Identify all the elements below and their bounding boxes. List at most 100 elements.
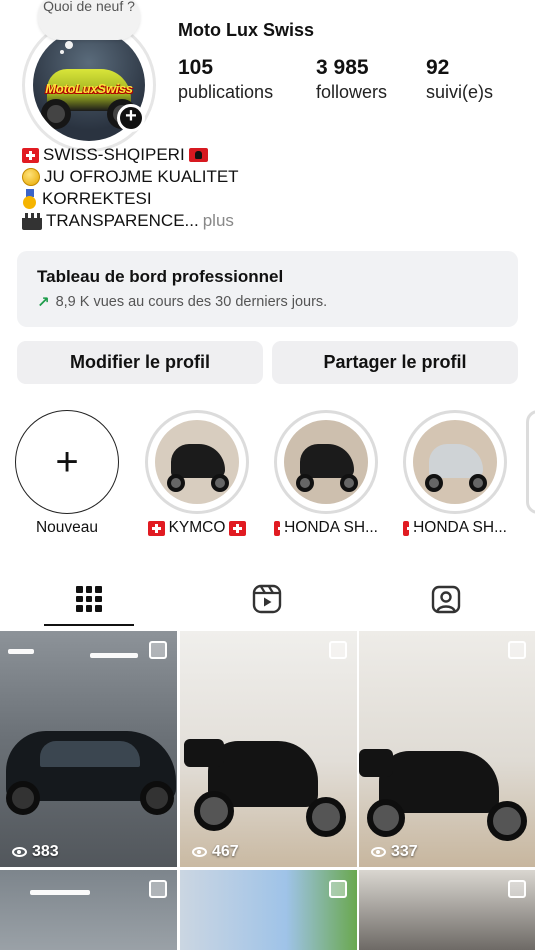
- scooter-wheel: [296, 474, 314, 492]
- scooter-topcase: [359, 749, 393, 777]
- post-views: 337: [371, 843, 418, 861]
- views-count: 467: [212, 843, 239, 860]
- bio-text: KORREKTESI: [42, 189, 152, 208]
- bio-line: KORREKTESI: [22, 188, 239, 210]
- highlight-new[interactable]: + Nouveau: [15, 410, 119, 537]
- eye-icon: [12, 847, 27, 857]
- stat-value: 92: [426, 56, 450, 79]
- medal-icon: [22, 189, 38, 209]
- highlight-label-text: HONDA SH...: [284, 519, 378, 536]
- scooter-wheel: [306, 797, 346, 837]
- ceiling-light: [90, 653, 138, 658]
- swiss-flag-icon: [22, 147, 39, 163]
- edit-profile-button[interactable]: Modifier le profil: [17, 341, 263, 384]
- highlight-label-text: KYMCO: [168, 519, 226, 536]
- scooter-shape: [171, 444, 225, 478]
- scooter-wheel: [469, 474, 487, 492]
- highlight-label-text: Nouveau: [35, 519, 99, 536]
- post-thumbnail[interactable]: 467: [180, 631, 357, 867]
- highlight-ring: [274, 410, 378, 514]
- note-bubble-dot-small: [60, 50, 64, 54]
- profile-username: Moto Lux Swiss: [178, 20, 315, 40]
- car-wheel: [140, 781, 174, 815]
- albanian-flag-icon: [188, 148, 208, 162]
- tab-posts-grid[interactable]: [0, 571, 178, 627]
- scooter-shape: [429, 444, 483, 478]
- stat-following[interactable]: 92 suivi(e)s: [426, 56, 493, 103]
- scooter-topcase: [184, 739, 224, 767]
- scooter-wheel: [340, 474, 358, 492]
- post-thumbnail[interactable]: [0, 870, 177, 950]
- post-views: 467: [192, 843, 239, 861]
- stat-publications[interactable]: 105 publications: [178, 56, 273, 103]
- post-thumbnail[interactable]: [359, 870, 535, 950]
- share-profile-button[interactable]: Partager le profil: [272, 341, 518, 384]
- dashboard-views-text: 8,9 K vues au cours des 30 derniers jour…: [55, 294, 328, 310]
- clapper-board-icon: [22, 212, 42, 230]
- carousel-icon: [149, 641, 167, 659]
- highlight-thumbnail: [413, 420, 497, 504]
- swiss-flag-icon: [229, 520, 247, 536]
- car-window: [40, 741, 140, 767]
- highlight-label: Nouveau: [15, 519, 119, 537]
- stat-value: 3 985: [316, 56, 369, 79]
- eye-icon: [371, 847, 386, 857]
- stat-label: suivi(e)s: [426, 82, 494, 102]
- bio-more-link[interactable]: plus: [203, 210, 234, 232]
- carousel-icon: [508, 641, 526, 659]
- bio-line: JU OFROJME KUALITET: [22, 166, 239, 188]
- swiss-flag-icon: [403, 520, 417, 536]
- swiss-flag-icon: [147, 520, 165, 536]
- bio-text: JU OFROJME KUALITET: [44, 167, 239, 186]
- highlight-label: HONDA SH...: [274, 519, 378, 537]
- highlight-label: HONDA SH...: [403, 519, 507, 537]
- carousel-icon: [329, 880, 347, 898]
- carousel-icon: [329, 641, 347, 659]
- stat-followers[interactable]: 3 985 followers: [316, 56, 387, 103]
- stat-label: followers: [316, 82, 388, 102]
- highlight-label-text: HONDA SH...: [413, 519, 507, 536]
- tab-reels[interactable]: [178, 571, 356, 627]
- dashboard-title: Tableau de bord professionnel: [37, 267, 284, 286]
- add-story-icon[interactable]: +: [117, 104, 145, 132]
- carousel-icon: [149, 880, 167, 898]
- post-thumbnail[interactable]: 337: [359, 631, 535, 867]
- scooter-wheel: [487, 801, 527, 841]
- views-count: 337: [391, 843, 418, 860]
- profile-bio: SWISS-SHQIPERI JU OFROJME KUALITET KORRE…: [22, 144, 239, 232]
- highlight-thumbnail: [155, 420, 239, 504]
- post-views: 383: [12, 843, 59, 861]
- highlight-honda-sh-1[interactable]: HONDA SH...: [274, 410, 378, 537]
- post-thumbnail[interactable]: 383: [0, 631, 177, 867]
- tagged-icon: [431, 585, 461, 614]
- active-tab-indicator: [44, 624, 134, 626]
- highlight-kymco[interactable]: KYMCO: [145, 410, 249, 537]
- note-bubble-dot: [65, 41, 73, 49]
- bio-text: SWISS-SHQIPERI: [43, 145, 185, 164]
- highlight-ring: [403, 410, 507, 514]
- bio-line: SWISS-SHQIPERI: [22, 144, 239, 166]
- stat-label: publications: [178, 82, 274, 102]
- scooter-wheel: [211, 474, 229, 492]
- scooter-wheel: [167, 474, 185, 492]
- profile-tabs: [0, 571, 535, 627]
- stat-value: 105: [178, 56, 214, 79]
- highlight-partial-next[interactable]: [526, 410, 535, 514]
- highlight-thumbnail: [284, 420, 368, 504]
- highlight-honda-sh-2[interactable]: HONDA SH...: [403, 410, 507, 537]
- professional-dashboard[interactable]: Tableau de bord professionnel ↗ 8,9 K vu…: [17, 251, 518, 327]
- ceiling-light: [8, 649, 34, 654]
- trend-up-icon: ↗: [37, 294, 50, 311]
- car-wheel: [6, 781, 40, 815]
- coin-icon: [22, 168, 40, 186]
- avatar-logo-text: MotoLuxSwiss: [45, 81, 133, 96]
- new-highlight-ring: +: [15, 410, 119, 514]
- scooter-wheel: [425, 474, 443, 492]
- ceiling-light: [30, 890, 90, 895]
- eye-icon: [192, 847, 207, 857]
- bio-text: TRANSPARENCE...: [46, 211, 199, 230]
- tab-tagged[interactable]: [357, 571, 535, 627]
- note-bubble[interactable]: Quoi de neuf ?: [38, 0, 140, 40]
- post-thumbnail[interactable]: [180, 870, 357, 950]
- scooter-wheel: [367, 799, 405, 837]
